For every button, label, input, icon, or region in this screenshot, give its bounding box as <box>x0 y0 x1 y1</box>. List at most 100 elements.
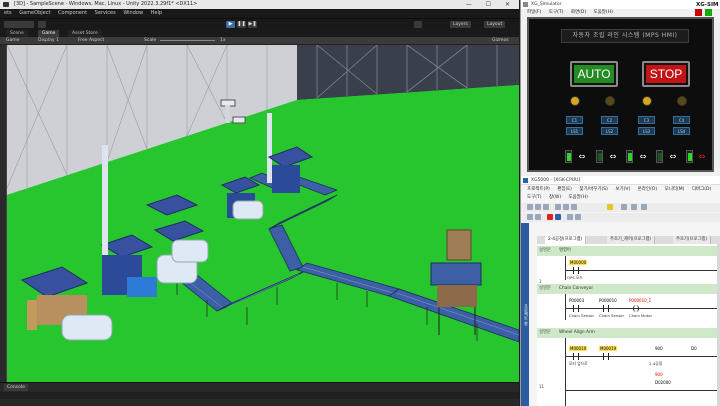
menu-item-view[interactable]: 보기(V) <box>615 187 630 192</box>
menu-item-window[interactable]: Window <box>123 9 143 18</box>
account-dropdown[interactable] <box>4 21 34 28</box>
window-controls[interactable]: — ☐ ✕ <box>466 0 516 9</box>
contact-symbol[interactable] <box>573 305 579 312</box>
auto-button[interactable]: AUTO <box>570 61 618 87</box>
menu-item-help[interactable]: Help <box>151 9 162 18</box>
menu-item-services[interactable]: Services <box>95 9 116 18</box>
factory-scene <box>7 45 519 382</box>
menu-item-tools[interactable]: 도구(T) <box>527 195 542 200</box>
operand-value[interactable]: D0 <box>691 346 697 351</box>
coil-symbol[interactable] <box>633 305 639 312</box>
run-icon[interactable] <box>555 214 561 220</box>
menu-item-component[interactable]: Component <box>58 9 87 18</box>
tool-icon[interactable] <box>575 214 581 220</box>
warning-icon[interactable] <box>607 204 613 210</box>
ls3-button[interactable]: LS3 <box>638 127 655 135</box>
ladder-toolbar-2 <box>521 213 720 222</box>
tab-casting-control[interactable]: 주조기_제어(프로그램) <box>607 236 656 244</box>
menu-item-display[interactable]: 화면(D) <box>571 10 586 15</box>
play-button[interactable]: ▶ <box>226 21 235 28</box>
contact-address[interactable]: M00000 <box>569 260 588 265</box>
tab-console[interactable]: Console <box>4 384 28 391</box>
aspect-dropdown[interactable]: Free Aspect <box>78 38 104 44</box>
new-icon[interactable] <box>527 204 533 210</box>
xgsim-title-bar: XG_Simulator XG-SIM <box>521 0 720 9</box>
operand-value[interactable]: 900 <box>655 372 663 377</box>
menu-item-online[interactable]: 온라인(O) <box>638 187 657 192</box>
search-icon[interactable] <box>414 21 422 28</box>
pause-button[interactable]: ❚❚ <box>237 21 246 28</box>
menu-item-project[interactable]: 프로젝트(P) <box>527 187 550 192</box>
operand-value[interactable]: 900 <box>655 346 663 351</box>
hmi-panel: 자동차 조립 라인 시스템 (MPS HMI) AUTO STOP C1 C2 … <box>527 17 714 172</box>
contact-symbol[interactable] <box>573 353 579 360</box>
tool-icon[interactable] <box>621 204 627 210</box>
contact-label: Chain Sensor <box>599 313 625 318</box>
menu-item-debug[interactable]: 디버그(D) <box>692 187 711 192</box>
operand-value[interactable]: D02000 <box>655 380 671 385</box>
menu-item-window[interactable]: 창(W) <box>549 195 561 200</box>
program-tabs: 2-4공정(프로그램) 주조기_제어(프로그램) 주조기(프로그램) <box>537 236 720 244</box>
contact-symbol[interactable] <box>603 305 609 312</box>
menu-item-help[interactable]: 도움말(H) <box>569 195 588 200</box>
open-icon[interactable] <box>535 204 541 210</box>
tab-casting[interactable]: 주조기(프로그램) <box>673 236 712 244</box>
game-viewport[interactable] <box>7 45 519 382</box>
comment-marker: 설명문 <box>539 248 551 253</box>
project-pane-tab[interactable]: 프로젝트 창 <box>521 223 529 406</box>
contact-address[interactable]: M00019 <box>569 346 588 351</box>
c2-button[interactable]: C2 <box>601 116 618 124</box>
copy-icon[interactable] <box>563 204 569 210</box>
tool-icon[interactable] <box>527 214 533 220</box>
tab-program-2-4[interactable]: 2-4공정(프로그램) <box>545 236 587 244</box>
ls4-button[interactable]: LS4 <box>673 127 690 135</box>
layout-dropdown[interactable]: Layout <box>484 21 506 28</box>
contact-symbol[interactable] <box>573 267 579 274</box>
lamp-3-icon <box>642 96 652 106</box>
ls2-button[interactable]: LS2 <box>601 127 618 135</box>
power-rail <box>565 294 566 320</box>
cut-icon[interactable] <box>555 204 561 210</box>
menu-item-gameobject[interactable]: GameObject <box>19 9 50 18</box>
menu-item-find[interactable]: 찾기/바꾸기(S) <box>579 187 608 192</box>
display-dropdown[interactable]: Display 1 <box>38 38 59 44</box>
step-button[interactable]: ▶❚ <box>248 21 257 28</box>
contact-address[interactable]: P00003 <box>569 298 584 303</box>
contact-symbol[interactable] <box>603 353 609 360</box>
hierarchy-strip <box>0 45 7 382</box>
stop-icon[interactable] <box>547 214 553 220</box>
tool-icon[interactable] <box>641 204 647 210</box>
paste-icon[interactable] <box>571 204 577 210</box>
contact-address[interactable]: M00019 <box>599 346 618 351</box>
ls1-button[interactable]: LS1 <box>566 127 583 135</box>
section-title: 명령어 <box>559 248 571 253</box>
menu-item-assets[interactable]: ets <box>4 9 12 18</box>
menu-item-monitor[interactable]: 모니터(M) <box>665 187 685 192</box>
menu-item-help[interactable]: 도움말(H) <box>594 10 613 15</box>
tool-icon[interactable] <box>535 214 541 220</box>
c3-button[interactable]: C3 <box>638 116 655 124</box>
tab-scene[interactable]: Scene <box>6 30 28 37</box>
cloud-icon[interactable] <box>38 21 46 28</box>
gizmos-dropdown[interactable]: Gizmos <box>492 38 509 44</box>
tool-icon[interactable] <box>631 204 637 210</box>
game-mode-dropdown[interactable]: Game <box>6 38 19 44</box>
scale-label: Scale <box>144 38 157 43</box>
tab-game[interactable]: Game <box>38 30 60 37</box>
stop-button[interactable]: STOP <box>642 61 690 87</box>
layers-dropdown[interactable]: Layers <box>450 21 471 28</box>
c4-button[interactable]: C4 <box>673 116 690 124</box>
c1-button[interactable]: C1 <box>566 116 583 124</box>
ladder-canvas[interactable]: 설명문 명령어 M00000 OPS 모드 1 설명문 Chain Convey… <box>537 244 720 406</box>
ladder-toolbar-1 <box>521 203 720 212</box>
menu-item-file[interactable]: 파일(F) <box>527 10 541 15</box>
menu-item-edit[interactable]: 편집(E) <box>557 187 572 192</box>
tool-icon[interactable] <box>567 214 573 220</box>
xgsim-window: XG_Simulator XG-SIM 파일(F) 도구(T) 화면(D) 도움… <box>520 0 720 176</box>
contact-address[interactable]: P000010 <box>599 298 617 303</box>
save-icon[interactable] <box>543 204 549 210</box>
coil-address[interactable]: P000010_1 <box>629 298 651 303</box>
scale-slider[interactable] <box>160 40 215 41</box>
tab-asset-store[interactable]: Asset Store <box>68 30 102 37</box>
menu-item-tools[interactable]: 도구(T) <box>549 10 564 15</box>
